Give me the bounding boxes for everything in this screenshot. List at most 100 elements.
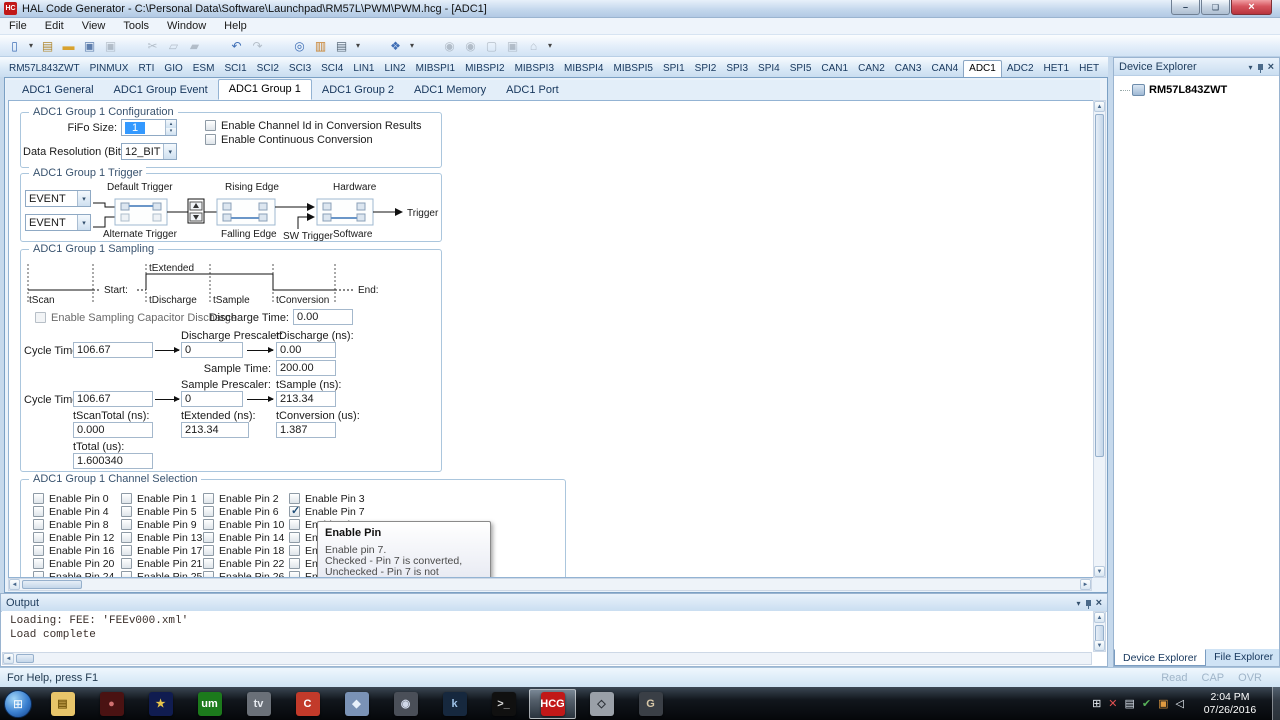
taskbar-ccleaner[interactable]: C bbox=[284, 689, 331, 719]
menu-item[interactable]: Tools bbox=[114, 20, 158, 32]
dropdown-arrow-icon[interactable] bbox=[77, 191, 90, 206]
event1-dropdown[interactable]: EVENT bbox=[25, 190, 91, 207]
save-button[interactable]: ▣ bbox=[80, 37, 99, 55]
panel-close-icon[interactable] bbox=[1096, 597, 1102, 609]
redo-button[interactable]: ↷ bbox=[248, 37, 267, 55]
sub-tab[interactable]: ADC1 General bbox=[12, 81, 104, 100]
pin-checkbox[interactable] bbox=[121, 532, 132, 543]
pin-checkbox-item[interactable]: Enable Pin 5 bbox=[121, 506, 203, 519]
peripheral-tab[interactable]: SCI4 bbox=[316, 61, 348, 77]
peripheral-tab[interactable]: CAN1 bbox=[816, 61, 853, 77]
nav-back-button[interactable]: ◉ bbox=[440, 37, 459, 55]
menu-item[interactable]: Edit bbox=[36, 20, 73, 32]
tray-window-icon[interactable]: ▤ bbox=[1125, 697, 1135, 710]
sub-tab[interactable]: ADC1 Group 2 bbox=[312, 81, 404, 100]
pin-checkbox[interactable] bbox=[203, 493, 214, 504]
taskbar-app-red[interactable]: ● bbox=[88, 689, 135, 719]
pin-checkbox-item[interactable]: Enable Pin 12 bbox=[33, 532, 121, 545]
nav-forward-button[interactable]: ◉ bbox=[461, 37, 480, 55]
icon[interactable] bbox=[419, 37, 438, 55]
peripheral-tab[interactable]: CAN4 bbox=[926, 61, 963, 77]
scroll-left-icon[interactable]: ◄ bbox=[9, 579, 20, 590]
peripheral-tab[interactable]: SCI3 bbox=[284, 61, 316, 77]
peripheral-tab[interactable]: GIO bbox=[159, 61, 187, 77]
taskbar-um-player[interactable]: um bbox=[186, 689, 233, 719]
taskbar-cmd[interactable]: >_ bbox=[480, 689, 527, 719]
generate-button[interactable]: ▥ bbox=[311, 37, 330, 55]
pin-checkbox-item[interactable]: Enable Pin 9 bbox=[121, 519, 203, 532]
menu-item[interactable]: File bbox=[0, 20, 36, 32]
taskbar-app-star[interactable]: ★ bbox=[137, 689, 184, 719]
tray-volume-icon[interactable]: ◁ bbox=[1176, 697, 1184, 710]
enable-continuous-checkbox[interactable] bbox=[205, 134, 216, 145]
pin-checkbox-item[interactable]: Enable Pin 22 bbox=[203, 558, 289, 571]
horizontal-scroll-thumb[interactable] bbox=[22, 580, 82, 589]
output-horizontal-scrollbar[interactable]: ◄ bbox=[2, 652, 1092, 665]
enable-discharge-checkbox[interactable] bbox=[35, 312, 46, 323]
pin-checkbox-item[interactable]: Enable Pin 2 bbox=[203, 493, 289, 506]
peripheral-tab[interactable]: CAN3 bbox=[890, 61, 927, 77]
copy-button[interactable]: ▱ bbox=[164, 37, 183, 55]
peripheral-tab[interactable]: HET1 bbox=[1039, 61, 1075, 77]
close-button[interactable] bbox=[1231, 0, 1272, 15]
peripheral-tab[interactable]: MIBSPI3 bbox=[510, 61, 559, 77]
sub-tab[interactable]: ADC1 Group Event bbox=[104, 81, 218, 100]
taskbar-3dbox[interactable]: ◇ bbox=[578, 689, 625, 719]
scroll-up-icon[interactable]: ▲ bbox=[1094, 101, 1105, 112]
taskbar-hcg[interactable]: HCG bbox=[529, 689, 576, 719]
taskbar-wintv[interactable]: tv bbox=[235, 689, 282, 719]
spinner-buttons[interactable] bbox=[165, 120, 176, 135]
open-button[interactable]: ▬ bbox=[59, 37, 78, 55]
home-button[interactable]: ⌂ bbox=[524, 37, 543, 55]
pin-checkbox[interactable] bbox=[121, 558, 132, 569]
pin-checkbox[interactable] bbox=[289, 571, 300, 578]
pin-checkbox[interactable] bbox=[203, 506, 214, 517]
icon[interactable] bbox=[206, 37, 225, 55]
tray-grid-icon[interactable]: ⊞ bbox=[1092, 697, 1101, 710]
fifo-size-spinner[interactable]: 1 bbox=[121, 119, 177, 136]
icon[interactable] bbox=[365, 37, 384, 55]
panel-menu-icon[interactable] bbox=[1249, 61, 1253, 73]
pin-checkbox[interactable] bbox=[121, 545, 132, 556]
tscantotal-field[interactable]: 0.000 bbox=[73, 422, 153, 438]
properties-button[interactable]: ▤ bbox=[332, 37, 351, 55]
add-item-button[interactable]: ▤ bbox=[38, 37, 57, 55]
peripheral-tab[interactable]: ADC1 bbox=[963, 60, 1002, 77]
pin-checkbox-item[interactable]: Enable Pin 16 bbox=[33, 545, 121, 558]
save-all-button[interactable]: ▣ bbox=[101, 37, 120, 55]
cut-button[interactable]: ✂ bbox=[143, 37, 162, 55]
toolbar-overflow-1[interactable]: ▾ bbox=[353, 37, 363, 55]
main-vertical-scrollbar[interactable]: ▲ ▼ bbox=[1093, 100, 1106, 578]
pin-checkbox-item[interactable]: Enable Pin 21 bbox=[121, 558, 203, 571]
enable-channel-id-checkbox[interactable] bbox=[205, 120, 216, 131]
output-vertical-scrollbar[interactable]: ▲ ▼ bbox=[1093, 611, 1106, 652]
pin-panel-icon[interactable] bbox=[1258, 64, 1263, 70]
sub-tab[interactable]: ADC1 Memory bbox=[404, 81, 496, 100]
pin-checkbox[interactable] bbox=[289, 506, 300, 517]
tsample-ns-field[interactable]: 213.34 bbox=[276, 391, 336, 407]
pin-checkbox-item[interactable]: Enable Pin 14 bbox=[203, 532, 289, 545]
scroll-down-icon[interactable]: ▼ bbox=[1094, 640, 1105, 651]
peripheral-tab[interactable]: PINMUX bbox=[85, 61, 134, 77]
peripheral-tab[interactable]: SPI4 bbox=[753, 61, 785, 77]
panel-close-icon[interactable] bbox=[1268, 61, 1274, 73]
pin-checkbox[interactable] bbox=[289, 558, 300, 569]
pin-checkbox[interactable] bbox=[33, 571, 44, 578]
pin-checkbox[interactable] bbox=[33, 506, 44, 517]
device-tree-root[interactable]: RM57L843ZWT bbox=[1120, 84, 1227, 96]
pin-checkbox[interactable] bbox=[289, 545, 300, 556]
main-horizontal-scrollbar[interactable]: ◄ ► bbox=[8, 578, 1092, 591]
paste-button[interactable]: ▰ bbox=[185, 37, 204, 55]
peripheral-tab[interactable]: RTI bbox=[133, 61, 159, 77]
pin-checkbox[interactable] bbox=[121, 571, 132, 578]
new-file-button[interactable]: ▯ bbox=[5, 37, 24, 55]
peripheral-tab[interactable]: LIN1 bbox=[348, 61, 379, 77]
scroll-left-icon[interactable]: ◄ bbox=[3, 653, 14, 664]
new-dropdown[interactable]: ▾ bbox=[26, 37, 36, 55]
pin-checkbox-item[interactable]: Enable Pin 24 bbox=[33, 571, 121, 578]
code-generate-button[interactable]: ❖ bbox=[386, 37, 405, 55]
peripheral-tab[interactable]: CAN2 bbox=[853, 61, 890, 77]
taskbar-explorer[interactable]: ▤ bbox=[39, 689, 86, 719]
menu-item[interactable]: Window bbox=[158, 20, 215, 32]
pin-checkbox-item[interactable]: Enable Pin 26 bbox=[203, 571, 289, 578]
